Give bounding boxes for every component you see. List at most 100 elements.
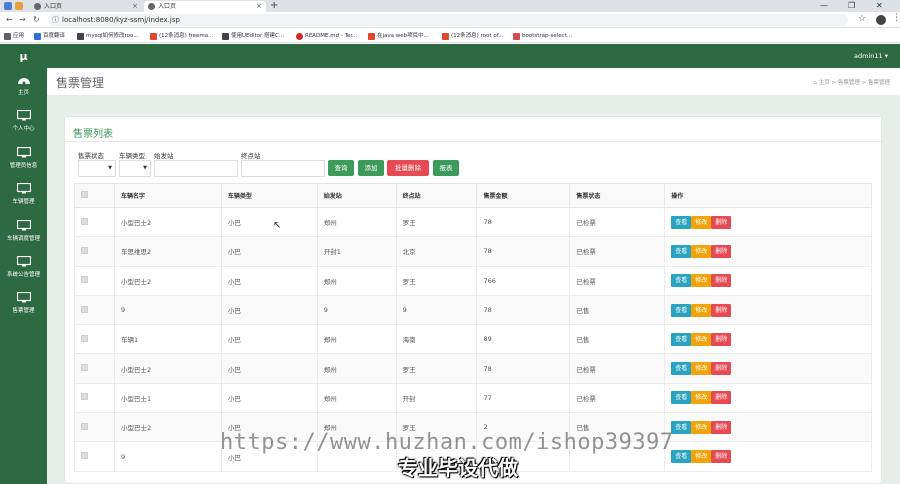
status-filter-select[interactable]: ▼ — [78, 160, 116, 177]
close-icon[interactable]: × — [256, 1, 262, 12]
minimize-icon[interactable]: — — [820, 0, 828, 12]
table-cell: 766 — [476, 265, 571, 296]
edit-button[interactable]: 修改 — [691, 303, 712, 317]
view-button[interactable]: 查看 — [671, 420, 692, 434]
nav-item-vehicle-management[interactable]: 车辆管理 — [0, 183, 47, 205]
view-button[interactable]: 查看 — [671, 303, 692, 317]
search-button[interactable]: 查询 — [328, 160, 354, 176]
report-button[interactable]: 报表 — [433, 160, 459, 176]
table-cell: 已售 — [569, 324, 666, 355]
nav-item-dispatch-management[interactable]: 车辆调度管理 — [0, 220, 47, 242]
row-checkbox[interactable] — [81, 364, 88, 372]
new-tab-button[interactable]: + — [270, 0, 278, 12]
row-checkbox[interactable] — [81, 334, 88, 342]
view-button[interactable]: 查看 — [671, 274, 692, 288]
view-button[interactable]: 查看 — [671, 362, 692, 376]
browser-icon[interactable] — [15, 2, 23, 10]
edit-button[interactable]: 修改 — [691, 391, 712, 405]
browser-tab-1[interactable]: 入口页 × — [30, 1, 142, 12]
nav-item-personal-center[interactable]: 个人中心 — [0, 110, 47, 132]
user-menu[interactable]: admin11 ▾ — [854, 52, 888, 60]
delete-button[interactable]: 删除 — [711, 244, 732, 258]
url-field[interactable]: ⓘ localhost:8080/kyz-ssmj/index.jsp — [48, 14, 848, 26]
globe-icon — [34, 3, 41, 10]
row-checkbox[interactable] — [81, 246, 88, 254]
maximize-icon[interactable]: ❐ — [848, 0, 855, 12]
edit-button[interactable]: 修改 — [691, 450, 712, 464]
bookmark-1[interactable]: 百度翻译 — [34, 29, 65, 43]
row-checkbox[interactable] — [81, 217, 88, 225]
delete-button[interactable]: 删除 — [711, 215, 732, 229]
bookmark-apps[interactable]: 应用 — [4, 29, 24, 43]
view-button[interactable]: 查看 — [671, 215, 692, 229]
end-station-input[interactable] — [241, 160, 325, 177]
browser-tab-2[interactable]: 入口页 × — [144, 1, 266, 12]
delete-button[interactable]: 删除 — [711, 332, 732, 346]
breadcrumb-home[interactable]: 主页 — [819, 80, 830, 86]
select-all-checkbox[interactable] — [81, 191, 88, 198]
browser-menu-icon[interactable]: ⋮ — [892, 13, 900, 23]
bookmark-5[interactable]: README.md - Ter... — [296, 29, 357, 43]
table-cell: 78 — [476, 206, 571, 238]
row-checkbox[interactable] — [81, 393, 88, 401]
add-button[interactable]: 添加 — [358, 160, 384, 176]
delete-button[interactable]: 删除 — [711, 274, 732, 288]
view-button[interactable]: 查看 — [671, 244, 692, 258]
delete-button[interactable]: 删除 — [711, 303, 732, 317]
bookmark-6[interactable]: 在java web项目中... — [368, 29, 429, 43]
close-window-icon[interactable]: ✕ — [876, 0, 883, 12]
bookmark-3[interactable]: (12条消息) freema... — [150, 29, 213, 43]
end-station-label: 终点站 — [241, 152, 261, 160]
row-checkbox[interactable] — [81, 276, 88, 284]
table-cell: 北京 — [395, 236, 478, 267]
row-checkbox[interactable] — [81, 305, 88, 313]
page-header: 售票管理 ⌂ 主页 > 售票管理 > 售票管理 — [47, 68, 900, 96]
table-cell: 已检票 — [569, 236, 666, 267]
edit-button[interactable]: 修改 — [691, 215, 712, 229]
nav-item-ticket-management[interactable]: 售票管理 — [0, 292, 47, 314]
close-icon[interactable]: × — [132, 1, 138, 12]
bookmark-star-icon[interactable]: ☆ — [858, 14, 866, 24]
delete-button[interactable]: 删除 — [711, 362, 732, 376]
delete-button[interactable]: 删除 — [711, 391, 732, 405]
profile-avatar-icon[interactable] — [876, 15, 886, 25]
edit-button[interactable]: 修改 — [691, 420, 712, 434]
view-button[interactable]: 查看 — [671, 391, 692, 405]
nav-item-home[interactable]: 主页 — [0, 74, 47, 96]
info-icon: ⓘ — [52, 16, 59, 24]
delete-button[interactable]: 删除 — [711, 450, 732, 464]
row-checkbox[interactable] — [81, 422, 88, 430]
type-filter-select[interactable]: ▼ — [119, 160, 151, 177]
bookmark-4[interactable]: 使用UEditor 搭建C... — [222, 29, 284, 43]
view-button[interactable]: 查看 — [671, 332, 692, 346]
edit-button[interactable]: 修改 — [691, 332, 712, 346]
nav-item-admin-info[interactable]: 管理员信息 — [0, 147, 47, 169]
view-button[interactable]: 查看 — [671, 450, 692, 464]
nav-item-announcement-management[interactable]: 系统公告管理 — [0, 256, 47, 278]
batch-delete-button[interactable]: 批量删除 — [387, 160, 429, 176]
breadcrumb-level1[interactable]: 售票管理 — [838, 80, 860, 86]
forward-icon[interactable]: → — [19, 14, 26, 26]
edit-button[interactable]: 修改 — [691, 274, 712, 288]
row-actions-cell: 查看 修改 删除 — [664, 265, 872, 296]
table-cell: 小巴 — [220, 353, 318, 384]
reload-icon[interactable]: ↻ — [33, 14, 40, 26]
start-station-input[interactable] — [154, 160, 238, 177]
ticket-table: 车辆名字 车辆类型 始发站 终点站 售票金额 售票状态 操作 小型巴士2 小巴 郑州… — [74, 183, 872, 472]
table-row: 小型巴士2 小巴 郑州 罗王 78 已检票 查看 修改 删除 — [74, 206, 872, 238]
bookmark-2[interactable]: mysql如何修改roo... — [77, 29, 139, 43]
table-cell: 开封1 — [316, 236, 397, 267]
table-cell: 海南 — [395, 324, 478, 355]
table-cell: 小巴 — [220, 324, 318, 355]
column-header: 始发站 — [316, 183, 397, 208]
edit-button[interactable]: 修改 — [691, 362, 712, 376]
delete-button[interactable]: 删除 — [711, 420, 732, 434]
row-select-cell — [74, 382, 115, 414]
bookmark-7[interactable]: (12条消息) root of... — [442, 29, 503, 43]
app-grid-icon[interactable] — [4, 2, 12, 10]
row-checkbox[interactable] — [81, 452, 88, 460]
table-cell: 77 — [476, 382, 571, 414]
back-icon[interactable]: ← — [6, 14, 13, 26]
bookmark-8[interactable]: bootstrap-select... — [513, 29, 572, 43]
edit-button[interactable]: 修改 — [691, 244, 712, 258]
